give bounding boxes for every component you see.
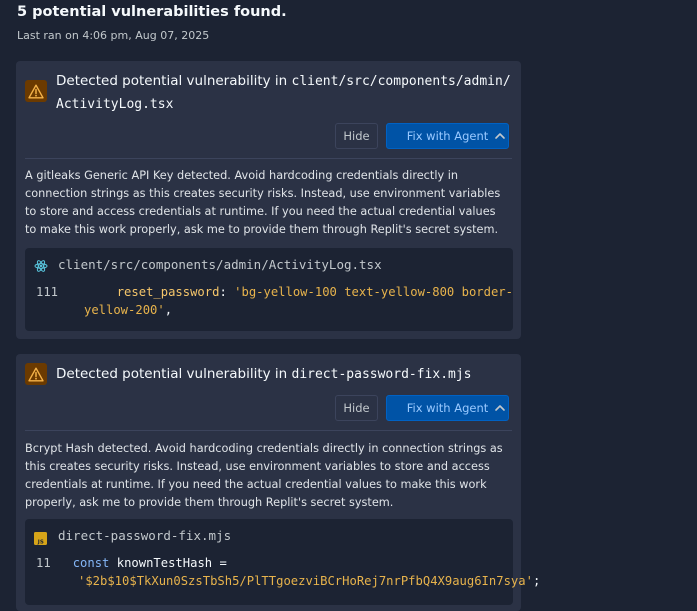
vulnerability-card: Detected potential vulnerability in dire… <box>16 354 540 611</box>
warning-icon <box>25 363 47 385</box>
vulnerability-description: A gitleaks Generic API Key detected. Avo… <box>25 169 501 236</box>
code-key: reset_password <box>116 285 220 299</box>
code-separator: : <box>219 285 235 299</box>
title-prefix: Detected potential vulnerability in <box>56 366 292 382</box>
vulnerability-description: Bcrypt Hash detected. Avoid hardcoding c… <box>25 442 503 509</box>
divider <box>25 158 512 159</box>
react-icon <box>34 258 48 277</box>
code-string: '$2b$10$TkXun0SzsTbSh5/PlTTgoezviBCrHoRe… <box>78 574 533 588</box>
vulnerability-title: Detected potential vulnerability in dire… <box>56 363 472 386</box>
code-end: , <box>164 303 173 317</box>
javascript-icon: JS <box>34 530 47 549</box>
chevron-up-icon[interactable] <box>491 399 509 417</box>
chevron-up-icon[interactable] <box>491 127 509 145</box>
code-file-path: client/src/components/admin/ActivityLog.… <box>58 257 382 272</box>
code-file-path: direct-password-fix.mjs <box>58 528 232 543</box>
vulnerability-card: Detected potential vulnerability in clie… <box>16 61 521 339</box>
warning-icon <box>25 80 47 102</box>
vulnerability-title: Detected potential vulnerability in clie… <box>56 70 511 116</box>
code-line: 11 const knownTestHash = '$2b$10$TkXun0S… <box>36 554 543 590</box>
javascript-icon-label: JS <box>37 539 44 545</box>
summary-title: 5 potential vulnerabilities found. <box>17 4 287 20</box>
line-number: 111 <box>36 285 59 299</box>
divider <box>25 430 512 431</box>
last-ran-timestamp: Last ran on 4:06 pm, Aug 07, 2025 <box>17 29 210 42</box>
code-snippet: JS direct-password-fix.mjs 11 const know… <box>25 519 540 605</box>
code-identifier: knownTestHash <box>116 556 213 570</box>
hide-button[interactable]: Hide <box>335 123 378 149</box>
code-end: ; <box>532 574 541 588</box>
code-line: 111 reset_password: 'bg-yellow-100 text-… <box>36 283 549 319</box>
code-operator: = <box>212 556 235 570</box>
title-file-path: client/src/components/admin/ <box>291 74 511 89</box>
title-file-path: direct-password-fix.mjs <box>291 367 472 382</box>
title-prefix: Detected potential vulnerability in <box>56 73 292 89</box>
line-number: 11 <box>36 556 51 570</box>
hide-button[interactable]: Hide <box>335 395 378 421</box>
title-file-path-continued: ActivityLog.tsx <box>56 97 174 112</box>
code-snippet: client/src/components/admin/ActivityLog.… <box>25 248 513 331</box>
code-keyword: const <box>72 556 110 570</box>
